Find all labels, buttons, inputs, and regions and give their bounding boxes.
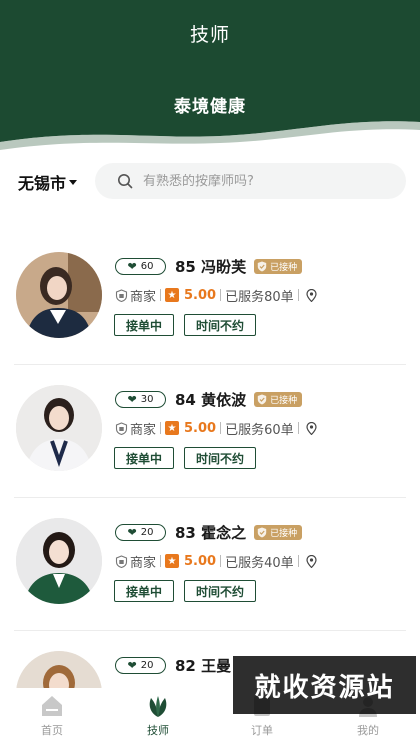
avatar: [16, 252, 102, 338]
star-icon: ★: [165, 421, 180, 435]
shield-check-icon: [257, 261, 267, 271]
tab-technician[interactable]: 技师: [128, 693, 188, 738]
tab-label: 首页: [41, 724, 63, 737]
time-unavailable-tag[interactable]: 时间不约: [184, 580, 256, 602]
accepting-orders-tag[interactable]: 接单中: [114, 580, 174, 602]
card-tags-row: 接单中 时间不约: [114, 580, 256, 602]
technician-card[interactable]: ❤ 30 84 黄依波 已接种 商家 ★ 5.00 已服务60单 接单中 时间不约: [0, 365, 420, 498]
shop-label: 商家: [130, 555, 157, 571]
accepting-orders-tag[interactable]: 接单中: [114, 447, 174, 469]
avatar: [16, 385, 102, 471]
orders-count: 已服务60单: [225, 422, 294, 438]
likes-badge: ❤ 60: [115, 257, 166, 275]
likes-badge: ❤ 20: [115, 656, 166, 674]
card-tags-row: 接单中 时间不约: [114, 314, 256, 336]
heart-icon: ❤: [127, 392, 137, 406]
divider: [220, 555, 222, 567]
tab-label: 技师: [147, 724, 169, 737]
likes-count: 30: [140, 393, 154, 405]
star-icon: ★: [165, 288, 180, 302]
shop-label: 商家: [130, 289, 157, 305]
rating-value: 5.00: [184, 287, 217, 303]
shop-icon: [115, 554, 128, 568]
likes-badge: ❤ 20: [115, 523, 166, 541]
orders-count: 已服务40单: [225, 555, 294, 571]
vaccine-badge: 已接种: [254, 524, 303, 540]
rating-value: 5.00: [184, 553, 217, 569]
tab-label: 订单: [251, 724, 273, 737]
card-info-row: 商家 ★ 5.00 已服务60单: [115, 418, 317, 438]
card-header-row: ❤ 20 82 王曼: [115, 655, 231, 675]
time-unavailable-tag[interactable]: 时间不约: [184, 447, 256, 469]
divider: [220, 422, 222, 434]
search-icon: [118, 174, 133, 189]
vaccine-badge: 已接种: [254, 391, 303, 407]
orders-count: 已服务80单: [225, 289, 294, 305]
heart-icon: ❤: [127, 525, 137, 539]
search-input[interactable]: [143, 173, 383, 189]
accepting-orders-tag[interactable]: 接单中: [114, 314, 174, 336]
card-tags-row: 接单中 时间不约: [114, 447, 256, 469]
divider: [160, 422, 162, 434]
divider: [160, 555, 162, 567]
card-header-row: ❤ 30 84 黄依波 已接种: [115, 389, 303, 409]
technician-card[interactable]: ❤ 20 83 霍念之 已接种 商家 ★ 5.00 已服务40单 接单中 时间不约: [0, 498, 420, 631]
star-icon: ★: [165, 554, 180, 568]
leaf-icon: [149, 696, 167, 717]
card-header-row: ❤ 60 85 冯盼芙 已接种: [115, 256, 303, 276]
technician-card[interactable]: ❤ 60 85 冯盼芙 已接种 商家 ★ 5.00 已服务80单 接单中 时间不约: [0, 232, 420, 365]
divider: [297, 555, 299, 567]
divider: [220, 289, 222, 301]
shop-icon: [115, 288, 128, 302]
location-pin-icon[interactable]: [306, 554, 317, 568]
technician-name: 85 冯盼芙: [175, 257, 247, 276]
watermark-overlay: 就收资源站: [233, 656, 416, 714]
search-row: 无锡市: [0, 163, 420, 201]
brand-title: 泰境健康: [174, 97, 246, 117]
page-title: 技师: [189, 24, 230, 46]
shield-check-icon: [257, 394, 267, 404]
shield-check-icon: [257, 527, 267, 537]
card-info-row: 商家 ★ 5.00 已服务80单: [115, 285, 317, 305]
city-selector[interactable]: 无锡市: [18, 170, 78, 194]
divider: [297, 289, 299, 301]
vaccine-label: 已接种: [270, 528, 298, 539]
home-icon: [42, 696, 62, 716]
divider: [297, 422, 299, 434]
location-pin-icon[interactable]: [306, 288, 317, 302]
technician-name: 82 王曼: [175, 656, 232, 675]
avatar: [16, 518, 102, 604]
search-box[interactable]: [95, 163, 406, 199]
card-info-row: 商家 ★ 5.00 已服务40单: [115, 551, 317, 571]
header: 技师 泰境健康: [0, 0, 420, 150]
technician-name: 84 黄依波: [175, 390, 247, 409]
shop-icon: [115, 421, 128, 435]
vaccine-label: 已接种: [270, 395, 298, 406]
vaccine-label: 已接种: [270, 262, 298, 273]
heart-icon: ❤: [127, 259, 137, 273]
location-pin-icon[interactable]: [306, 421, 317, 435]
likes-count: 60: [140, 260, 154, 272]
shop-label: 商家: [130, 422, 157, 438]
card-header-row: ❤ 20 83 霍念之 已接种: [115, 522, 303, 542]
caret-down-icon: [69, 179, 78, 185]
tab-label: 我的: [357, 724, 379, 737]
vaccine-badge: 已接种: [254, 258, 303, 274]
technician-name: 83 霍念之: [175, 523, 247, 542]
likes-count: 20: [140, 526, 154, 538]
likes-badge: ❤ 30: [115, 390, 166, 408]
tab-home[interactable]: 首页: [22, 693, 82, 738]
city-label: 无锡市: [18, 174, 67, 193]
divider: [160, 289, 162, 301]
time-unavailable-tag[interactable]: 时间不约: [184, 314, 256, 336]
heart-icon: ❤: [127, 658, 137, 672]
rating-value: 5.00: [184, 420, 217, 436]
likes-count: 20: [140, 659, 154, 671]
